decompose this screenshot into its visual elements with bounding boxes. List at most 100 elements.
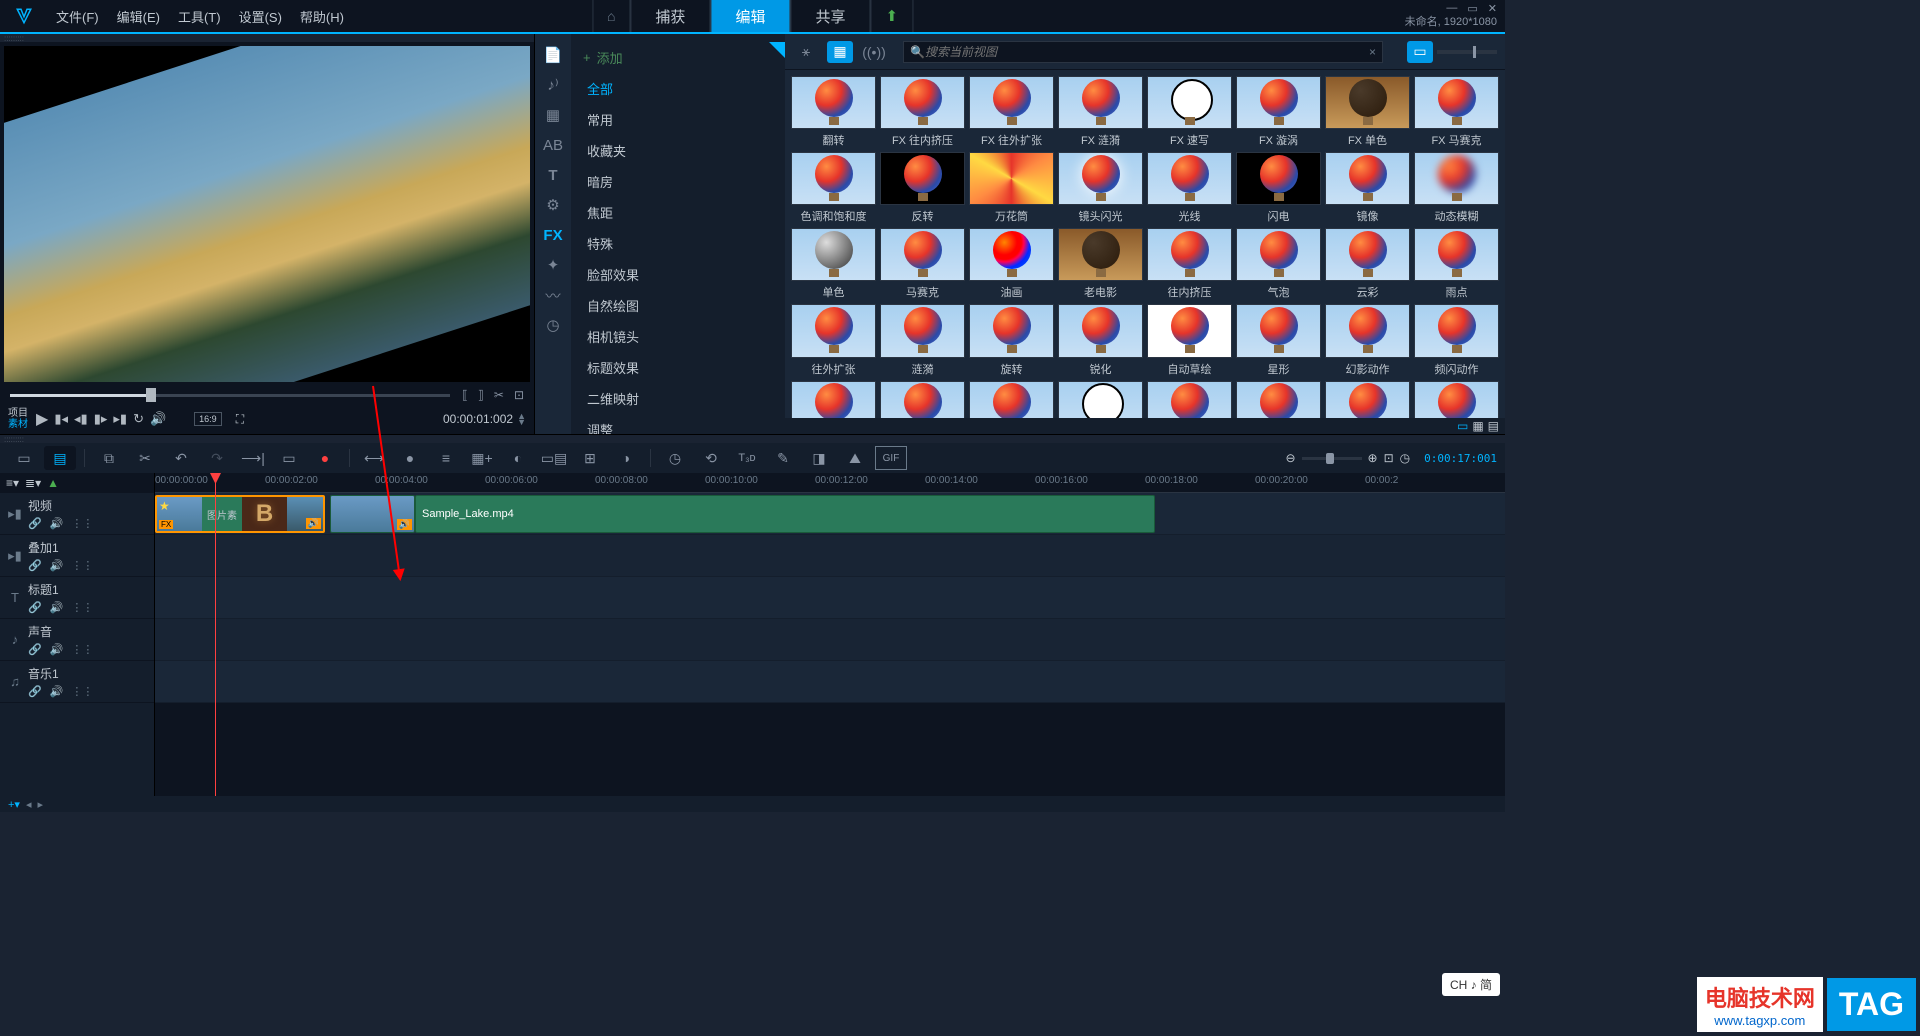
track-mute-icon[interactable]: 🔊 bbox=[50, 601, 64, 614]
tool-17[interactable]: ⟲ bbox=[695, 446, 727, 470]
library-item[interactable]: 闪电 bbox=[1236, 152, 1321, 224]
effects-category[interactable]: 暗房 bbox=[571, 166, 785, 197]
track-link-icon[interactable]: 🔗 bbox=[28, 685, 42, 698]
library-item[interactable]: 老电影 bbox=[1058, 228, 1143, 300]
display-mode-icon[interactable]: ▭ bbox=[1407, 41, 1433, 63]
aspect-ratio[interactable]: 16:9 bbox=[194, 412, 222, 426]
track-header[interactable]: ▸▮ 叠加1 🔗 🔊 ⋮⋮ bbox=[0, 535, 154, 577]
library-item[interactable]: 幻影动作 bbox=[1325, 304, 1410, 376]
library-item[interactable] bbox=[791, 381, 876, 419]
library-item[interactable]: 往内挤压 bbox=[1147, 228, 1232, 300]
track-header[interactable]: ♪ 声音 🔗 🔊 ⋮⋮ bbox=[0, 619, 154, 661]
effects-category[interactable]: 脸部效果 bbox=[571, 259, 785, 290]
sort-icon[interactable]: ⚹ bbox=[793, 41, 819, 63]
fit-icon[interactable]: ⊡ bbox=[1384, 451, 1394, 465]
zoom-out-icon[interactable]: ⊖ bbox=[1285, 451, 1295, 465]
library-item[interactable]: FX 单色 bbox=[1325, 76, 1410, 148]
effects-category[interactable]: 收藏夹 bbox=[571, 135, 785, 166]
track-mute-icon[interactable]: 🔊 bbox=[50, 517, 64, 530]
zoom-slider[interactable] bbox=[1302, 457, 1362, 460]
cut-button[interactable]: ✂ bbox=[494, 388, 504, 402]
track-header[interactable]: T 标题1 🔗 🔊 ⋮⋮ bbox=[0, 577, 154, 619]
clip-lake-thumb[interactable]: 🔊 bbox=[330, 495, 415, 533]
library-item[interactable]: FX 漩涡 bbox=[1236, 76, 1321, 148]
tool-5[interactable]: ⟶| bbox=[237, 446, 269, 470]
clock-icon[interactable]: ◷ bbox=[1400, 451, 1410, 465]
zoom-in-icon[interactable]: ⊕ bbox=[1368, 451, 1378, 465]
next-frame-button[interactable]: ▮▸ bbox=[94, 411, 108, 427]
goto-start-button[interactable]: ▮◂ bbox=[54, 411, 68, 427]
track-more-icon[interactable]: ⋮⋮ bbox=[71, 559, 93, 572]
tool-16[interactable]: ◷ bbox=[659, 446, 691, 470]
timeline-timecode[interactable]: 0:00:17:001 bbox=[1424, 452, 1497, 465]
add-category-button[interactable]: +添加 bbox=[571, 42, 785, 73]
path-icon[interactable]: 〰 bbox=[539, 282, 567, 308]
overlay-track-lane[interactable] bbox=[155, 535, 1505, 577]
library-item[interactable]: 马赛克 bbox=[880, 228, 965, 300]
loop-button[interactable]: ↻ bbox=[133, 411, 144, 427]
tool-t3d[interactable]: T₃ᴅ bbox=[731, 446, 763, 470]
track-link-icon[interactable]: 🔗 bbox=[28, 559, 42, 572]
library-item[interactable]: 油画 bbox=[969, 228, 1054, 300]
tab-capture[interactable]: 捕获 bbox=[630, 0, 710, 32]
effects-category[interactable]: 特殊 bbox=[571, 228, 785, 259]
goto-end-button[interactable]: ▸▮ bbox=[113, 411, 127, 427]
scroll-right-icon[interactable]: ▸ bbox=[37, 798, 43, 811]
library-item[interactable]: 往外扩张 bbox=[791, 304, 876, 376]
track-more-icon[interactable]: ⋮⋮ bbox=[71, 517, 93, 530]
tool-cut[interactable]: ✂ bbox=[129, 446, 161, 470]
search-box[interactable]: 🔍 × bbox=[903, 41, 1383, 63]
library-item[interactable]: 翻转 bbox=[791, 76, 876, 148]
library-item[interactable]: 星形 bbox=[1236, 304, 1321, 376]
menu-tools[interactable]: 工具(T) bbox=[178, 7, 221, 26]
time-ruler[interactable]: 00:00:00:0000:00:02:0000:00:04:0000:00:0… bbox=[155, 473, 1505, 493]
mark-out-button[interactable]: ⟧ bbox=[478, 388, 484, 402]
search-input[interactable] bbox=[925, 45, 1369, 59]
tracks-area[interactable]: 00:00:00:0000:00:02:0000:00:04:0000:00:0… bbox=[155, 473, 1505, 796]
track-header[interactable]: ▸▮ 视频 🔗 🔊 ⋮⋮ bbox=[0, 493, 154, 535]
timeline-view-icon[interactable]: ▤ bbox=[44, 446, 76, 470]
tool-12[interactable]: ◐ bbox=[502, 446, 534, 470]
mode-clip[interactable]: 素材 bbox=[8, 419, 28, 430]
library-item[interactable]: 云彩 bbox=[1325, 228, 1410, 300]
view-list-icon[interactable]: ((•)) bbox=[861, 41, 887, 63]
scroll-left-icon[interactable]: ◂ bbox=[26, 798, 32, 811]
library-item[interactable]: 频闪动作 bbox=[1414, 304, 1499, 376]
library-item[interactable]: 反转 bbox=[880, 152, 965, 224]
speed-icon[interactable]: ◷ bbox=[539, 312, 567, 338]
clip-sample-lake[interactable]: Sample_Lake.mp4 bbox=[415, 495, 1155, 533]
library-item[interactable]: 旋转 bbox=[969, 304, 1054, 376]
track-mute-icon[interactable]: 🔊 bbox=[50, 685, 64, 698]
tool-gif[interactable]: GIF bbox=[875, 446, 907, 470]
effects-category[interactable]: 焦距 bbox=[571, 197, 785, 228]
library-item[interactable]: 万花筒 bbox=[969, 152, 1054, 224]
tool-redo[interactable]: ↷ bbox=[201, 446, 233, 470]
tool-20[interactable]: ◨ bbox=[803, 446, 835, 470]
library-item[interactable]: 色调和饱和度 bbox=[791, 152, 876, 224]
track-mute-icon[interactable]: 🔊 bbox=[50, 559, 64, 572]
storyboard-view-icon[interactable]: ▭ bbox=[8, 446, 40, 470]
library-item[interactable]: 镜像 bbox=[1325, 152, 1410, 224]
tool-19[interactable]: ✎ bbox=[767, 446, 799, 470]
track-opts-2-icon[interactable]: ≣▾ bbox=[25, 476, 41, 490]
view-thumb-icon[interactable]: ▦ bbox=[827, 41, 853, 63]
library-item[interactable] bbox=[1236, 381, 1321, 419]
graphics-icon[interactable]: ⚙ bbox=[539, 192, 567, 218]
panel-grip[interactable]: ::::::::: bbox=[0, 34, 534, 42]
track-opts-icon[interactable]: ≡▾ bbox=[6, 476, 19, 490]
menu-file[interactable]: 文件(F) bbox=[56, 7, 99, 26]
library-item[interactable]: 镜头闪光 bbox=[1058, 152, 1143, 224]
track-more-icon[interactable]: ⋮⋮ bbox=[71, 643, 93, 656]
clear-search-button[interactable]: × bbox=[1369, 45, 1376, 59]
effects-category[interactable]: 二维映射 bbox=[571, 383, 785, 414]
track-more-icon[interactable]: ⋮⋮ bbox=[71, 685, 93, 698]
mark-in-button[interactable]: ⟦ bbox=[462, 388, 468, 402]
play-button[interactable]: ▶ bbox=[36, 409, 48, 429]
tool-undo[interactable]: ↶ bbox=[165, 446, 197, 470]
mode-project[interactable]: 项目 bbox=[8, 408, 28, 419]
options-button[interactable]: ⊡ bbox=[514, 388, 524, 402]
tab-edit[interactable]: 编辑 bbox=[710, 0, 790, 32]
library-item[interactable]: FX 涟漪 bbox=[1058, 76, 1143, 148]
tool-11[interactable]: ▦+ bbox=[466, 446, 498, 470]
library-item[interactable] bbox=[1147, 381, 1232, 419]
